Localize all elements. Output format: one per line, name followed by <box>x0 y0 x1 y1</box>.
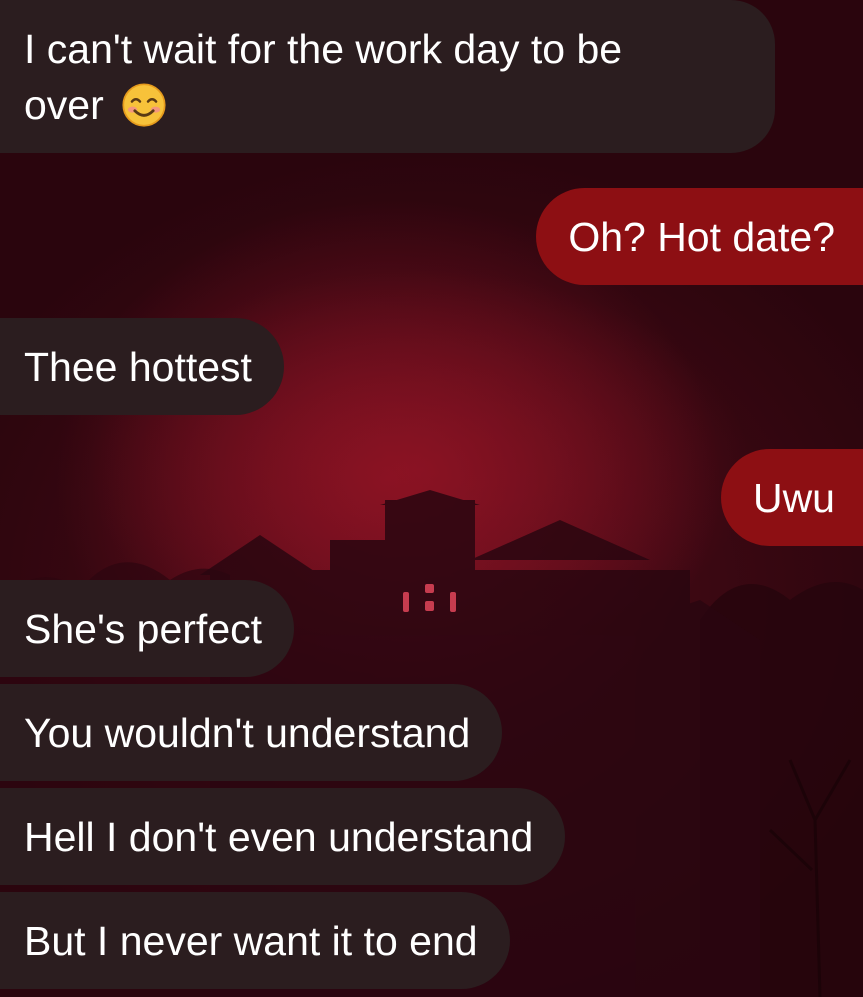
message-incoming-1[interactable]: I can't wait for the work day to be over <box>0 0 775 153</box>
message-text: You wouldn't understand <box>24 710 471 756</box>
smiling-face-with-smiling-eyes-icon <box>122 83 166 127</box>
message-outgoing-2[interactable]: Uwu <box>720 449 863 546</box>
message-text: I can't wait for the work day to be <box>24 26 623 72</box>
message-text: Oh? Hot date? <box>568 214 835 260</box>
message-text: But I never want it to end <box>24 918 478 964</box>
message-outgoing-1[interactable]: Oh? Hot date? <box>536 188 863 285</box>
message-text: Hell I don't even understand <box>24 814 534 860</box>
message-incoming-5[interactable]: Hell I don't even understand <box>0 788 566 885</box>
message-incoming-4[interactable]: You wouldn't understand <box>0 684 503 781</box>
message-incoming-3[interactable]: She's perfect <box>0 580 295 677</box>
message-text: Thee hottest <box>24 344 252 390</box>
message-text: She's perfect <box>24 606 263 652</box>
message-text: Uwu <box>752 475 835 521</box>
message-incoming-6[interactable]: But I never want it to end <box>0 892 510 989</box>
message-text-line2: over <box>24 82 104 128</box>
message-incoming-2[interactable]: Thee hottest <box>0 318 284 415</box>
